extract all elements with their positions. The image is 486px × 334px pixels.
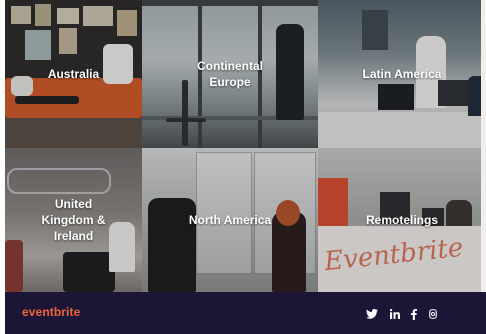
region-tile-remotelings[interactable]: Eventbrite Remotelings xyxy=(318,148,486,292)
scroll-gutter xyxy=(481,0,486,292)
twitter-icon[interactable] xyxy=(365,307,379,321)
instagram-icon[interactable] xyxy=(428,307,438,321)
region-tile-latin-america[interactable]: Latin America xyxy=(318,0,486,148)
region-label-australia: Australia xyxy=(47,67,100,81)
region-tile-uk-ireland[interactable]: United Kingdom & Ireland xyxy=(5,148,142,292)
region-tile-north-america[interactable]: North America xyxy=(142,148,318,292)
region-label-continental-europe: Continental Europe xyxy=(197,59,263,89)
facebook-icon[interactable] xyxy=(409,307,419,321)
eventbrite-logo[interactable]: eventbrite xyxy=(22,305,80,319)
region-tile-continental-europe[interactable]: Continental Europe xyxy=(142,0,318,148)
region-label-north-america: North America xyxy=(188,213,272,227)
region-label-remotelings: Remotelings xyxy=(365,213,438,227)
region-tile-australia[interactable]: Australia xyxy=(5,0,142,148)
region-label-uk-ireland: United Kingdom & Ireland xyxy=(41,197,106,243)
region-label-latin-america: Latin America xyxy=(362,67,442,81)
footer: eventbrite xyxy=(5,292,486,334)
linkedin-icon[interactable] xyxy=(388,307,402,321)
page: Australia Continental Europe Latin Ameri… xyxy=(0,0,486,334)
regions-grid: Australia Continental Europe Latin Ameri… xyxy=(5,0,486,292)
